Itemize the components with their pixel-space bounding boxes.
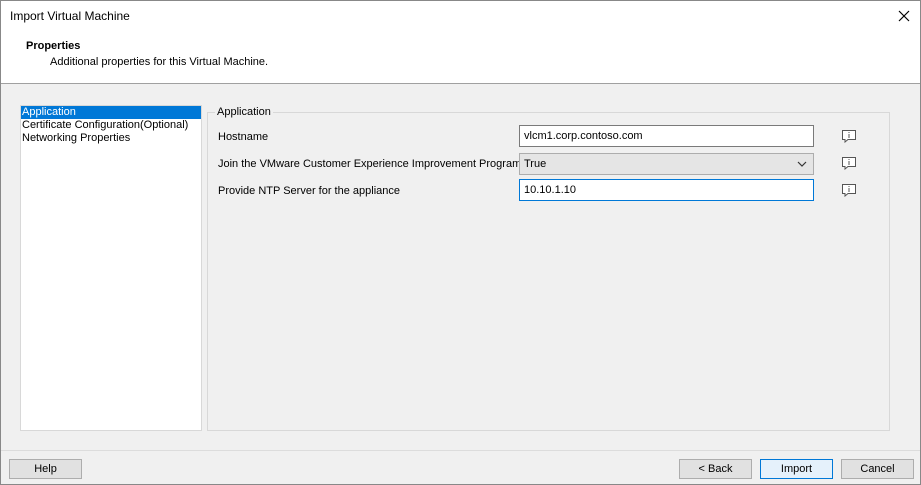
ntp-server-input[interactable] bbox=[519, 179, 814, 201]
back-button[interactable]: < Back bbox=[679, 459, 752, 479]
info-icon[interactable] bbox=[841, 156, 857, 170]
import-vm-dialog: Import Virtual Machine Properties Additi… bbox=[0, 0, 921, 485]
nav-item-application[interactable]: Application bbox=[21, 106, 201, 119]
info-icon[interactable] bbox=[841, 183, 857, 197]
nav-item-certificate-configuration[interactable]: Certificate Configuration(Optional) bbox=[21, 119, 201, 132]
import-button[interactable]: Import bbox=[760, 459, 833, 479]
wizard-header: Properties Additional properties for thi… bbox=[1, 31, 920, 84]
title-bar: Import Virtual Machine bbox=[1, 1, 920, 31]
ceip-select[interactable]: True bbox=[519, 153, 814, 175]
close-button[interactable] bbox=[892, 4, 916, 28]
info-icon[interactable] bbox=[841, 129, 857, 143]
hostname-label: Hostname bbox=[218, 131, 269, 143]
group-label: Application bbox=[215, 106, 273, 118]
help-button[interactable]: Help bbox=[9, 459, 82, 479]
page-title: Properties bbox=[26, 40, 81, 52]
window-title: Import Virtual Machine bbox=[10, 9, 130, 23]
page-subtitle: Additional properties for this Virtual M… bbox=[50, 56, 269, 68]
cancel-button[interactable]: Cancel bbox=[841, 459, 914, 479]
close-icon bbox=[898, 10, 910, 22]
nav-item-networking-properties[interactable]: Networking Properties bbox=[21, 132, 201, 145]
ceip-label: Join the VMware Customer Experience Impr… bbox=[218, 158, 522, 170]
ceip-select-value: True bbox=[524, 158, 547, 170]
ntp-label: Provide NTP Server for the appliance bbox=[218, 185, 400, 197]
chevron-down-icon bbox=[797, 161, 807, 167]
property-category-list: Application Certificate Configuration(Op… bbox=[20, 105, 202, 431]
hostname-input[interactable] bbox=[519, 125, 814, 147]
footer-divider bbox=[1, 450, 920, 451]
